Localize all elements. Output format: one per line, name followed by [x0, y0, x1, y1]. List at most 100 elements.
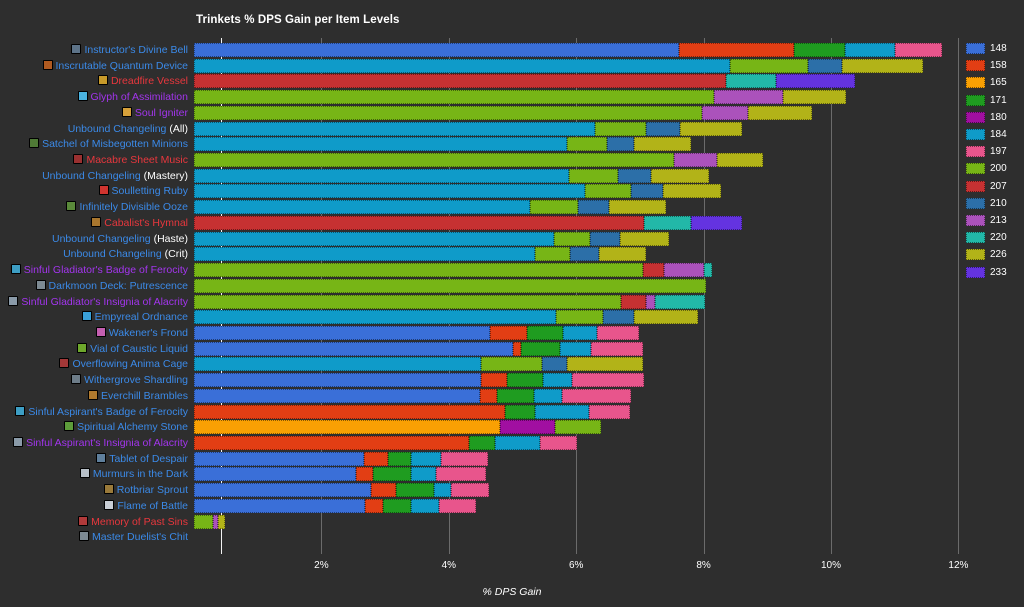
legend-item[interactable]: 148	[966, 40, 1007, 57]
row-label[interactable]: Macabre Sheet Music	[73, 152, 188, 168]
bar-segment[interactable]	[364, 498, 384, 513]
bar-segment[interactable]	[645, 294, 655, 309]
bar-segment[interactable]	[553, 231, 590, 246]
bar-segment[interactable]	[535, 247, 570, 262]
stacked-bar[interactable]	[194, 420, 602, 435]
bar-segment[interactable]	[597, 325, 640, 340]
bar-segment[interactable]	[554, 420, 602, 435]
legend-item[interactable]: 220	[966, 229, 1007, 246]
bar-segment[interactable]	[643, 263, 665, 278]
bar-segment[interactable]	[194, 137, 568, 152]
bar-segment[interactable]	[783, 90, 847, 105]
legend-item[interactable]: 180	[966, 109, 1007, 126]
bar-segment[interactable]	[633, 137, 692, 152]
bar-segment[interactable]	[588, 404, 630, 419]
bar-segment[interactable]	[194, 121, 596, 136]
row-label[interactable]: Unbound Changeling (Mastery)	[42, 168, 188, 184]
stacked-bar[interactable]	[194, 105, 812, 120]
row-label[interactable]: Vial of Caustic Liquid	[77, 341, 188, 357]
bar-segment[interactable]	[748, 105, 812, 120]
bar-segment[interactable]	[595, 121, 647, 136]
bar-segment[interactable]	[194, 294, 622, 309]
row-label[interactable]: Darkmoon Deck: Putrescence	[35, 278, 188, 294]
bar-segment[interactable]	[371, 483, 396, 498]
bar-segment[interactable]	[194, 451, 365, 466]
stacked-bar[interactable]	[194, 373, 645, 388]
bar-segment[interactable]	[194, 373, 482, 388]
bar-segment[interactable]	[505, 404, 536, 419]
bar-segment[interactable]	[411, 498, 440, 513]
bar-segment[interactable]	[578, 200, 610, 215]
bar-segment[interactable]	[725, 74, 776, 89]
bar-segment[interactable]	[194, 404, 506, 419]
bar-segment[interactable]	[569, 247, 600, 262]
bar-segment[interactable]	[646, 121, 680, 136]
bar-segment[interactable]	[556, 310, 603, 325]
bar-segment[interactable]	[609, 200, 666, 215]
bar-segment[interactable]	[730, 58, 809, 73]
row-label[interactable]: Soul Igniter	[121, 105, 188, 121]
stacked-bar[interactable]	[194, 341, 644, 356]
stacked-bar[interactable]	[194, 43, 942, 57]
bar-segment[interactable]	[194, 200, 530, 215]
bar-segment[interactable]	[654, 294, 706, 309]
bar-segment[interactable]	[513, 341, 521, 356]
row-label[interactable]: Sinful Aspirant's Insignia of Alacrity	[13, 435, 188, 451]
row-label[interactable]: Sinful Aspirant's Badge of Ferocity	[15, 404, 188, 420]
row-label[interactable]: Wakener's Frond	[95, 325, 188, 341]
bar-segment[interactable]	[500, 420, 555, 435]
bar-segment[interactable]	[495, 436, 540, 450]
bar-segment[interactable]	[618, 168, 652, 183]
stacked-bar[interactable]	[194, 90, 847, 105]
stacked-bar[interactable]	[194, 325, 640, 340]
row-label[interactable]: Glyph of Assimilation	[77, 89, 188, 105]
bar-segment[interactable]	[480, 357, 542, 372]
stacked-bar[interactable]	[194, 153, 763, 168]
row-label[interactable]: Inscrutable Quantum Device	[42, 58, 188, 74]
bar-segment[interactable]	[194, 153, 674, 168]
bar-segment[interactable]	[194, 498, 365, 513]
row-label[interactable]: Empyreal Ordnance	[81, 309, 188, 325]
bar-segment[interactable]	[481, 373, 508, 388]
stacked-bar[interactable]	[194, 498, 477, 513]
row-label[interactable]: Everchill Brambles	[88, 388, 188, 404]
bar-segment[interactable]	[534, 388, 562, 403]
bar-segment[interactable]	[194, 278, 707, 293]
bar-segment[interactable]	[894, 43, 942, 57]
legend-item[interactable]: 233	[966, 263, 1007, 280]
row-label[interactable]: Dreadfire Vessel	[97, 73, 188, 89]
bar-segment[interactable]	[520, 341, 560, 356]
bar-segment[interactable]	[194, 105, 702, 120]
bar-segment[interactable]	[680, 121, 742, 136]
bar-segment[interactable]	[716, 153, 763, 168]
stacked-bar[interactable]	[194, 168, 710, 183]
stacked-bar[interactable]	[194, 58, 923, 73]
bar-segment[interactable]	[439, 498, 477, 513]
bar-segment[interactable]	[602, 310, 634, 325]
stacked-bar[interactable]	[194, 310, 699, 325]
bar-segment[interactable]	[507, 373, 544, 388]
bar-segment[interactable]	[364, 451, 388, 466]
bar-segment[interactable]	[450, 483, 489, 498]
bar-segment[interactable]	[194, 310, 557, 325]
row-label[interactable]: Infinitely Divisible Ooze	[66, 199, 188, 215]
bar-segment[interactable]	[194, 357, 481, 372]
bar-segment[interactable]	[194, 341, 514, 356]
row-label[interactable]: Master Duelist's Chit	[79, 529, 188, 545]
bar-segment[interactable]	[194, 247, 536, 262]
stacked-bar[interactable]	[194, 514, 226, 529]
bar-segment[interactable]	[527, 325, 563, 340]
bar-segment[interactable]	[387, 451, 412, 466]
bar-segment[interactable]	[480, 388, 497, 403]
bar-segment[interactable]	[572, 373, 645, 388]
stacked-bar[interactable]	[194, 121, 742, 136]
bar-segment[interactable]	[194, 43, 680, 57]
bar-segment[interactable]	[585, 184, 631, 199]
stacked-bar[interactable]	[194, 467, 486, 482]
bar-segment[interactable]	[651, 168, 710, 183]
row-label[interactable]: Satchel of Misbegotten Minions	[29, 136, 188, 152]
legend-item[interactable]: 197	[966, 143, 1007, 160]
bar-segment[interactable]	[543, 373, 573, 388]
bar-segment[interactable]	[194, 74, 726, 89]
bar-segment[interactable]	[644, 215, 692, 230]
